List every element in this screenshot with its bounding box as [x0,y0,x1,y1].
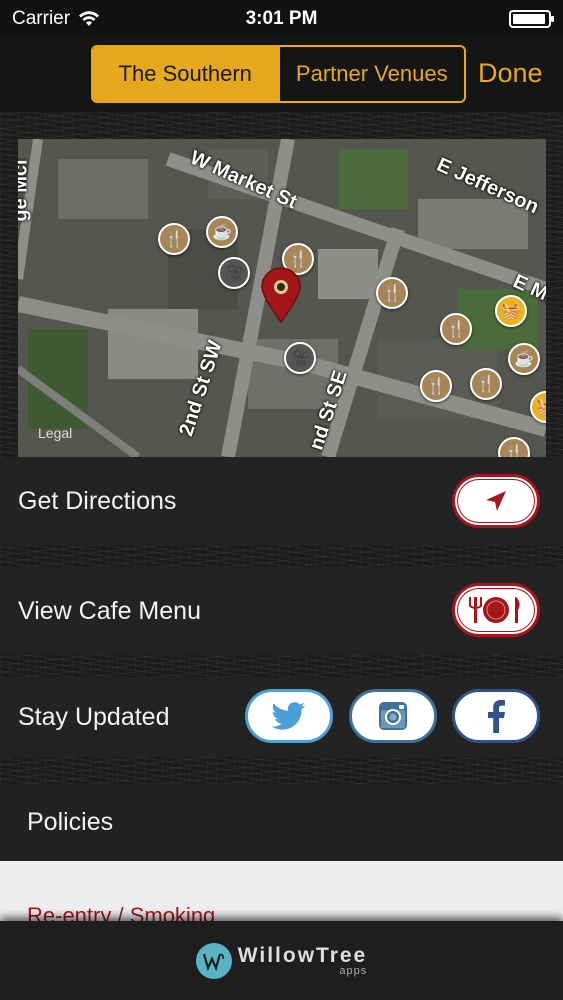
battery-fill [513,14,546,24]
street-label-edge: ge Mcl [18,159,32,222]
map-legal-link[interactable]: Legal [38,425,72,441]
plate-utensils-icon [469,597,520,623]
willowtree-logo: WillowTree apps [195,942,368,979]
poi-theater[interactable]: 🎥 [218,257,250,289]
directions-button[interactable] [452,474,540,528]
stay-updated-label: Stay Updated [18,702,170,731]
poi-theater[interactable]: 🎥 [284,342,316,374]
shopping-basket-icon: 🧺 [501,303,521,320]
view-cafe-menu-label: View Cafe Menu [18,596,201,625]
map-pin-icon[interactable] [260,267,302,323]
divider [0,655,563,677]
done-button[interactable]: Done [478,58,543,89]
logo-text: WillowTree apps [238,945,368,977]
cafe-menu-button[interactable] [452,583,540,637]
camera-icon: 🎥 [290,350,310,367]
get-directions-label: Get Directions [18,486,177,515]
willowtree-w-icon [195,942,232,979]
twitter-bird-icon [272,702,305,730]
get-directions-row[interactable]: Get Directions [0,457,563,545]
twitter-button[interactable] [245,689,333,743]
fork-knife-icon: 🍴 [164,231,184,248]
view-cafe-menu-row[interactable]: View Cafe Menu [0,567,563,655]
coffee-cup-icon: ☕ [212,224,232,241]
shopping-basket-icon: 🧺 [536,399,546,416]
instagram-button[interactable] [349,689,437,743]
status-left: Carrier [12,8,100,30]
carrier-label: Carrier [12,8,71,29]
venue-segmented-control: The Southern Partner Venues [91,45,466,103]
footer: WillowTree apps [0,921,563,1000]
fork-knife-icon: 🍴 [288,251,308,268]
logo-name: WillowTree [237,943,368,967]
poi-cafe[interactable]: ☕ [206,216,238,248]
segment-the-southern[interactable]: The Southern [93,47,278,101]
instagram-icon [379,702,407,730]
poi-restaurant[interactable]: 🍴 [420,370,452,402]
nav-bar: The Southern Partner Venues Done [0,38,563,112]
coffee-cup-icon: ☕ [514,351,534,368]
battery-icon [509,10,554,28]
fork-knife-icon: 🍴 [446,321,466,338]
segment-partner-venues[interactable]: Partner Venues [277,47,465,101]
poi-shop[interactable]: 🧺 [495,295,527,327]
wifi-icon [79,11,100,26]
poi-cafe[interactable]: ☕ [508,343,540,375]
poi-restaurant[interactable]: 🍴 [470,368,502,400]
policy-item-reentry[interactable]: Re-entry / Smoking [27,903,215,921]
facebook-button[interactable] [452,689,540,743]
stay-updated-row: Stay Updated [0,677,563,757]
policies-panel: Re-entry / Smoking [0,861,563,921]
fork-knife-icon: 🍴 [426,378,446,395]
facebook-f-icon [488,700,505,733]
status-bar: Carrier 3:01 PM [0,0,563,38]
logo-sub: apps [339,964,368,977]
map-section: W Market St E Jefferson E Ma 2nd St SW n… [0,112,563,457]
policies-header: Policies [0,784,563,861]
fork-knife-icon: 🍴 [382,285,402,302]
divider [0,757,563,784]
poi-restaurant[interactable]: 🍴 [440,313,472,345]
w-glyph-icon [202,953,224,971]
poi-restaurant[interactable]: 🍴 [158,223,190,255]
navigation-arrow-icon [486,491,506,511]
camera-icon: 🎥 [224,265,244,282]
fork-knife-icon: 🍴 [476,376,496,393]
divider [0,545,563,567]
poi-restaurant[interactable]: 🍴 [376,277,408,309]
map-view[interactable]: W Market St E Jefferson E Ma 2nd St SW n… [18,139,546,457]
fork-knife-icon: 🍴 [504,445,524,457]
